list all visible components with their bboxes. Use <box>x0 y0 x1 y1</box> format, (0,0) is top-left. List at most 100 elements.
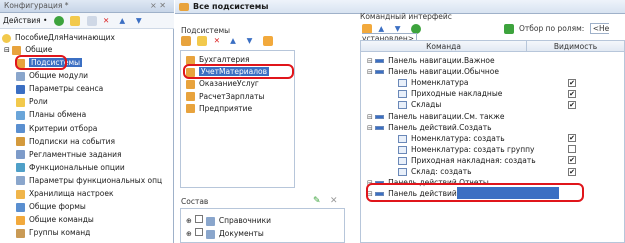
command-row[interactable]: Приходная накладная: создать <box>398 155 536 166</box>
expand-icon[interactable]: ⊕ <box>186 217 192 225</box>
cmd-run-icon[interactable] <box>503 24 514 34</box>
subsystem-icon <box>186 79 195 89</box>
highlight-uchet <box>183 64 294 79</box>
composition-label: Документы <box>218 229 264 238</box>
subsystem-item[interactable]: Предприятие <box>186 103 252 114</box>
tree-item[interactable]: Функциональные опции <box>16 162 125 173</box>
tree-item[interactable]: Общие модули <box>16 70 88 81</box>
visibility-checkbox[interactable]: ✔ <box>568 78 576 87</box>
tree-item[interactable]: Общие формы <box>16 201 86 212</box>
command-row[interactable]: ⊟ Панель действий.Создать <box>367 122 492 133</box>
tree-item[interactable]: Планы обмена <box>16 109 86 120</box>
expand-icon[interactable]: ⊕ <box>186 230 192 238</box>
tree-item-label: Планы обмена <box>29 110 87 120</box>
tree-item[interactable]: Критерии отбора <box>16 123 97 134</box>
actions-menu[interactable]: Действия • <box>3 16 47 25</box>
close-icon[interactable]: × ✕ <box>150 0 166 12</box>
composition-checkbox[interactable] <box>194 215 203 223</box>
tree-item-icon <box>16 71 25 81</box>
subsystems-icon <box>179 3 189 11</box>
visibility-checkbox[interactable] <box>568 145 576 154</box>
composition-item[interactable]: ⊕ Справочники <box>186 215 271 226</box>
command-row[interactable]: ⊟ Панель навигации.Важное <box>367 55 495 66</box>
subsystem-down-icon[interactable]: ▼ <box>247 36 257 46</box>
tree-item-icon <box>16 176 25 186</box>
subsystem-icon <box>186 104 195 114</box>
subsystem-label: ОказаниеУслуг <box>199 79 259 89</box>
configuration-toolbar: Действия • ✕ ▲ ▼ <box>0 13 174 29</box>
command-row[interactable]: Приходные накладные <box>398 88 502 99</box>
edit-icon[interactable] <box>70 16 81 26</box>
command-label: Панель навигации.Важное <box>388 56 495 65</box>
configuration-title-bar: Конфигурация * × ✕ <box>0 0 174 13</box>
tree-item[interactable]: Параметры сеанса <box>16 83 103 94</box>
subsystem-item[interactable]: РасчетЗарплаты <box>186 91 264 102</box>
subsystem-settings-icon[interactable] <box>262 36 273 46</box>
visibility-checkbox[interactable]: ✔ <box>568 156 576 165</box>
composition-checkbox[interactable] <box>194 228 203 236</box>
add-icon[interactable] <box>53 16 64 26</box>
table-icon <box>398 101 407 110</box>
tree-item-icon <box>16 97 25 107</box>
visibility-checkbox[interactable]: ✔ <box>568 167 576 176</box>
composition-delete-icon[interactable]: ✕ <box>330 196 338 206</box>
command-row[interactable]: Номенклатура: создать <box>398 133 505 144</box>
composition-item[interactable]: ⊕ Документы <box>186 228 264 239</box>
command-row[interactable]: Номенклатура <box>398 77 469 88</box>
tree-item[interactable]: Подписки на события <box>16 136 115 147</box>
tree-item[interactable]: Хранилища настроек <box>16 188 113 199</box>
command-label: Приходная накладная: создать <box>411 155 536 165</box>
tree-item-icon <box>16 150 25 160</box>
tree-item[interactable]: Общие команды <box>16 214 94 225</box>
subsystems-label: Подсистемы <box>181 26 231 35</box>
subsystem-add-icon[interactable] <box>181 36 191 46</box>
command-row[interactable]: ⊟ Панель навигации.Обычное <box>367 66 499 77</box>
highlight-receipt-create <box>366 183 584 202</box>
composition-edit-icon[interactable]: ✎ <box>313 196 321 206</box>
tree-item[interactable]: Группы команд <box>16 227 90 238</box>
command-label: Номенклатура: создать <box>411 133 505 143</box>
command-label: Склад: создать <box>411 167 472 176</box>
visibility-checkbox[interactable]: ✔ <box>568 100 576 109</box>
tree-item[interactable]: Регламентные задания <box>16 149 122 160</box>
visibility-checkbox[interactable]: ✔ <box>568 134 576 143</box>
tree-item-label: Хранилища настроек <box>29 189 114 198</box>
tree-item-label: Группы команд <box>29 228 91 238</box>
tree-item[interactable]: Параметры функциональных опц <box>16 175 162 186</box>
tree-root[interactable]: ПособиеДляНачинающих <box>2 32 115 43</box>
command-row[interactable]: Склады <box>398 99 441 110</box>
copy-icon[interactable] <box>86 16 97 26</box>
group-expand-icon[interactable]: ⊟ <box>367 113 375 121</box>
tree-item-label: Критерии отбора <box>29 123 98 133</box>
config-icon <box>2 33 11 43</box>
col-command-header[interactable]: Команда <box>361 41 526 52</box>
subsystem-up-icon[interactable]: ▲ <box>230 36 240 46</box>
subsystem-delete-icon[interactable]: ✕ <box>214 36 224 46</box>
tree-item-icon <box>16 110 25 120</box>
command-toolbar: ▲ ▼ Отбор по ролям: <Не установлен> <box>362 23 622 44</box>
subsystem-edit-icon[interactable] <box>197 36 208 46</box>
composition-icon <box>205 216 215 226</box>
delete-icon[interactable]: ✕ <box>103 16 113 26</box>
composition-icon <box>205 229 215 239</box>
group-expand-icon[interactable]: ⊟ <box>367 57 375 65</box>
command-row[interactable]: Склад: создать <box>398 166 472 177</box>
tree-common[interactable]: ⊟ Общие <box>4 44 52 55</box>
command-label: Номенклатура: создать группу <box>411 144 535 154</box>
collapse-icon[interactable]: ⊟ <box>4 46 10 54</box>
command-interface-label: Командный интерфейс <box>360 12 452 21</box>
move-down-icon[interactable]: ▼ <box>136 16 146 26</box>
command-row[interactable]: Номенклатура: создать группу <box>398 144 534 155</box>
subsystem-label: РасчетЗарплаты <box>199 91 265 101</box>
command-row[interactable]: ⊟ Панель навигации.См. также <box>367 111 505 122</box>
tree-item[interactable]: Роли <box>16 96 48 107</box>
group-expand-icon[interactable]: ⊟ <box>367 124 375 132</box>
command-label: Панель действий.Создать <box>388 122 492 132</box>
command-label: Склады <box>411 100 442 110</box>
subsystem-item[interactable]: ОказаниеУслуг <box>186 78 259 89</box>
group-expand-icon[interactable]: ⊟ <box>367 68 375 76</box>
move-up-icon[interactable]: ▲ <box>119 16 129 26</box>
command-label: Панель навигации.Обычное <box>388 67 500 77</box>
col-visibility-header[interactable]: Видимость <box>526 41 624 52</box>
visibility-checkbox[interactable]: ✔ <box>568 89 576 98</box>
